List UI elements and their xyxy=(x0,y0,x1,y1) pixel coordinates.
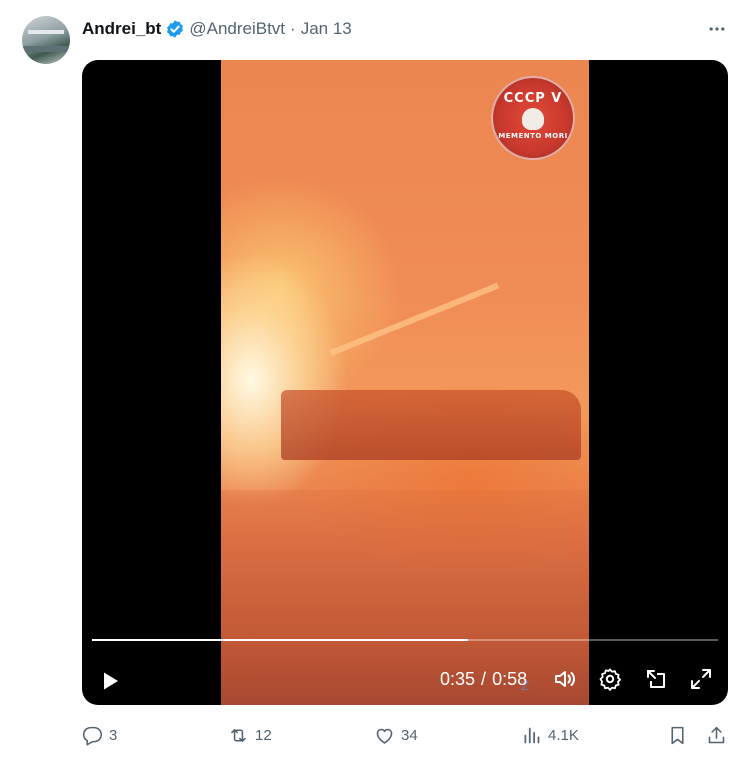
fullscreen-button[interactable] xyxy=(687,665,715,693)
duration: 0:58 xyxy=(492,668,528,689)
more-icon xyxy=(709,27,725,31)
settings-gear-icon xyxy=(599,668,622,691)
post-header: Andrei_bt @AndreiBtvt · Jan 13 xyxy=(82,18,352,40)
verified-badge-icon xyxy=(165,19,185,39)
video-progress-bar[interactable] xyxy=(92,639,718,641)
author-handle[interactable]: @AndreiBtvt xyxy=(189,19,285,39)
like-count: 34 xyxy=(401,726,418,744)
video-scene-barrel xyxy=(329,282,500,356)
picture-in-picture-button[interactable] xyxy=(642,665,670,693)
reply-button[interactable]: 3 xyxy=(82,722,117,748)
current-time: 0:35 xyxy=(440,668,476,689)
video-player[interactable]: CCCP V MEMENTO MORI Z 0:35 / 0:58 xyxy=(82,60,728,705)
share-icon xyxy=(708,726,725,743)
reply-count: 3 xyxy=(109,726,118,744)
views-button[interactable]: 4.1K xyxy=(521,722,579,748)
views-bar-chart-icon xyxy=(524,727,540,743)
logo-text-bottom: MEMENTO MORI xyxy=(498,131,568,140)
video-scene-ground xyxy=(221,490,589,705)
fullscreen-icon xyxy=(691,669,711,689)
video-progress-fill xyxy=(92,639,468,641)
video-scene-vehicle xyxy=(281,390,581,460)
header-separator: · xyxy=(290,19,296,38)
post-date[interactable]: Jan 13 xyxy=(301,19,352,39)
bookmark-icon xyxy=(671,726,684,744)
author-name[interactable]: Andrei_bt xyxy=(82,19,161,39)
play-button[interactable] xyxy=(96,667,124,695)
share-button[interactable] xyxy=(706,722,727,748)
repost-count: 12 xyxy=(255,726,272,744)
heart-icon xyxy=(376,728,393,744)
volume-button[interactable] xyxy=(551,665,579,693)
view-count: 4.1K xyxy=(548,726,579,744)
skull-icon xyxy=(522,107,544,130)
settings-button[interactable] xyxy=(596,665,624,693)
repost-icon xyxy=(231,728,246,742)
reply-icon xyxy=(82,726,103,745)
repost-button[interactable]: 12 xyxy=(228,722,272,748)
avatar-detail xyxy=(22,46,70,52)
volume-icon xyxy=(555,671,575,687)
post-action-bar: 3 12 34 4.1K xyxy=(0,722,736,750)
logo-text-top: CCCP V xyxy=(503,90,563,106)
author-avatar[interactable] xyxy=(22,16,70,64)
bookmark-button[interactable] xyxy=(667,722,688,748)
more-options-button[interactable] xyxy=(705,18,729,40)
video-frame[interactable]: CCCP V MEMENTO MORI Z xyxy=(221,60,589,705)
picture-in-picture-icon xyxy=(647,670,665,688)
play-icon xyxy=(104,672,118,690)
channel-logo: CCCP V MEMENTO MORI xyxy=(491,76,575,160)
time-separator: / xyxy=(481,668,487,689)
avatar-detail xyxy=(28,30,64,34)
like-button[interactable]: 34 xyxy=(374,722,418,748)
video-time-display: 0:35 / 0:58 xyxy=(440,668,527,690)
